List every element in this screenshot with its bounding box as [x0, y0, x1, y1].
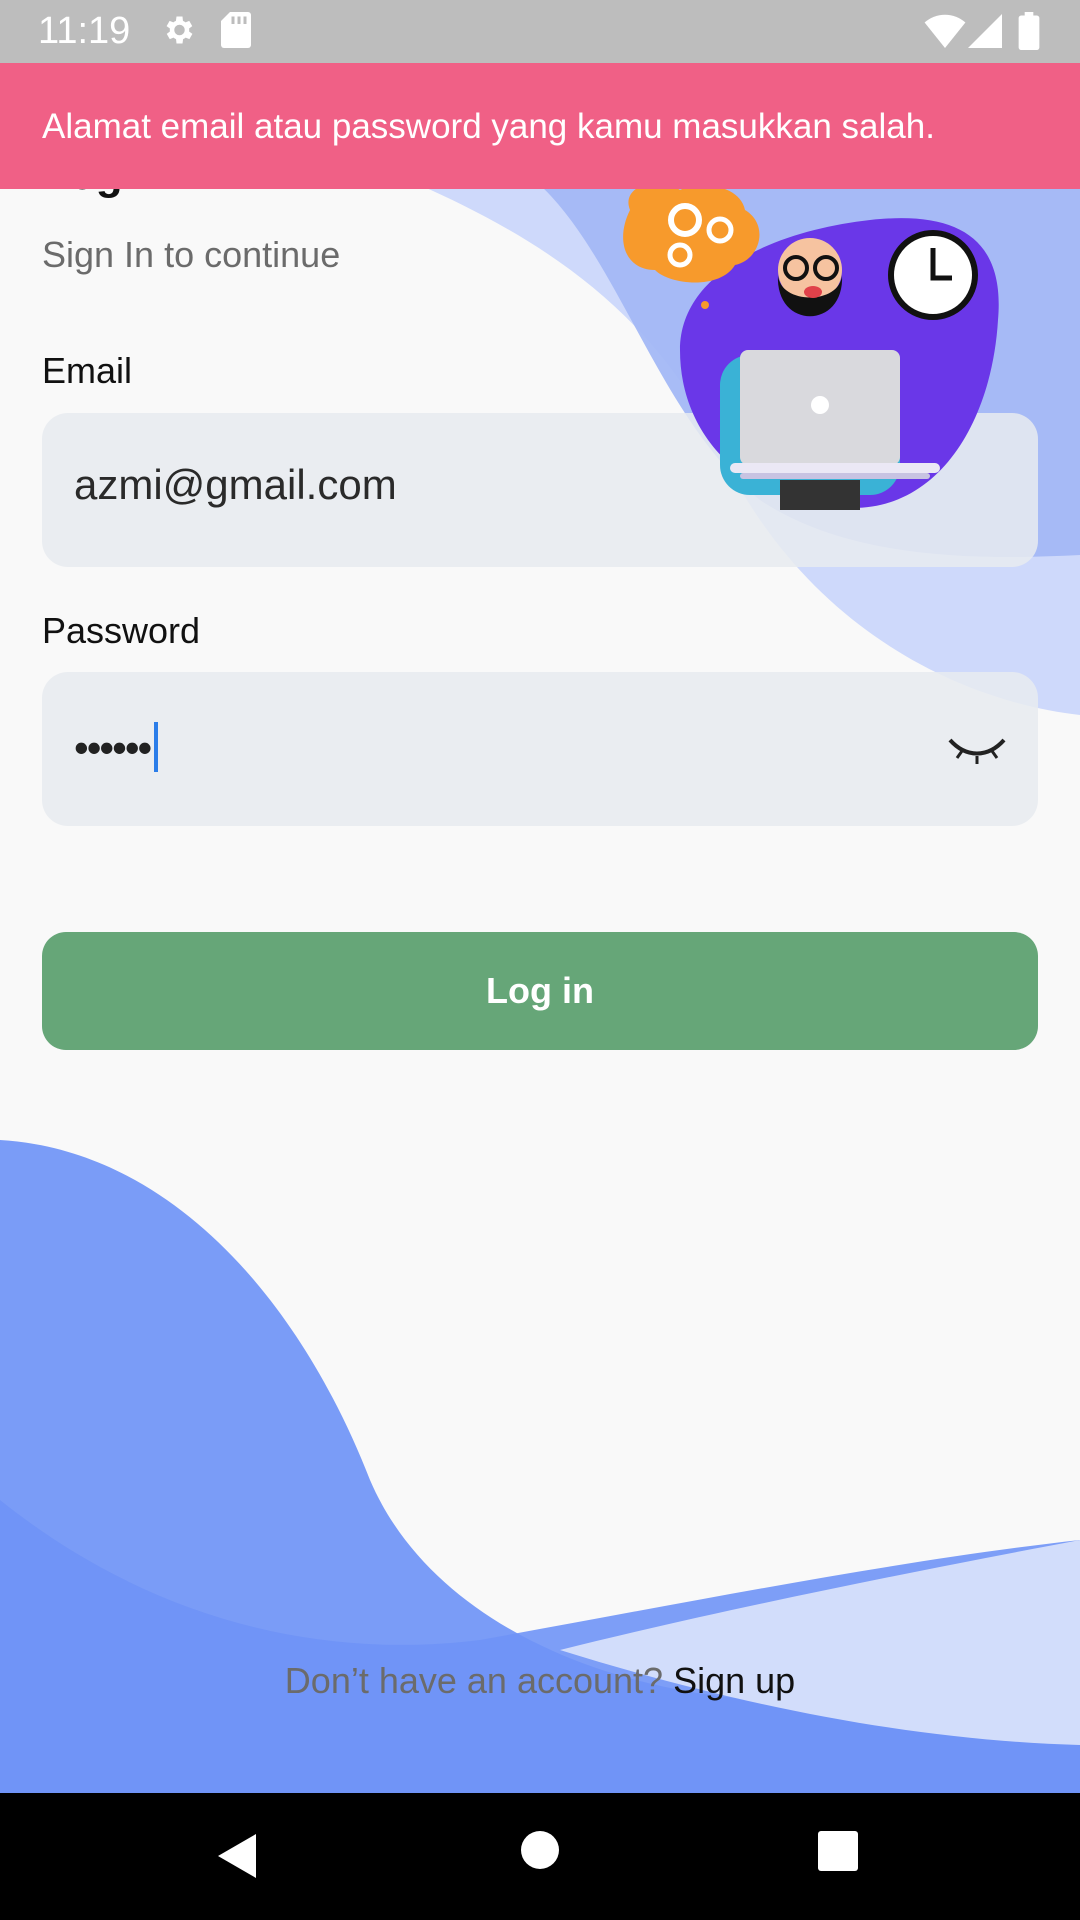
- back-icon[interactable]: [214, 1831, 260, 1886]
- signup-link[interactable]: Sign up: [673, 1660, 795, 1701]
- working-man-illustration: [623, 182, 999, 510]
- email-value: azmi@gmail.com: [74, 461, 397, 508]
- login-button[interactable]: Log in: [42, 932, 1038, 1050]
- page-subtitle: Sign In to continue: [42, 234, 341, 275]
- wifi-icon: [924, 14, 966, 53]
- error-message: Alamat email atau password yang kamu mas…: [42, 107, 935, 146]
- password-value: ••••••: [74, 722, 159, 772]
- gear-icon: [160, 12, 196, 53]
- password-label: Password: [42, 610, 201, 651]
- error-snackbar: Alamat email atau password yang kamu mas…: [0, 63, 1080, 189]
- navigation-bar: [0, 1793, 1080, 1920]
- signal-icon: [968, 14, 1002, 53]
- text-caret: [154, 722, 159, 772]
- eye-closed-icon[interactable]: [946, 732, 1008, 773]
- signup-row: Don’t have an account? Sign up: [0, 1660, 1080, 1702]
- status-bar: 11:19: [0, 0, 1080, 63]
- sd-card-icon: [220, 12, 252, 53]
- status-time: 11:19: [38, 10, 131, 52]
- signup-prompt: Don’t have an account?: [284, 1660, 664, 1701]
- battery-icon: [1018, 12, 1040, 55]
- recents-icon[interactable]: [817, 1830, 859, 1877]
- password-field[interactable]: ••••••: [42, 672, 1038, 826]
- email-label: Email: [42, 350, 133, 391]
- home-icon[interactable]: [519, 1829, 561, 1876]
